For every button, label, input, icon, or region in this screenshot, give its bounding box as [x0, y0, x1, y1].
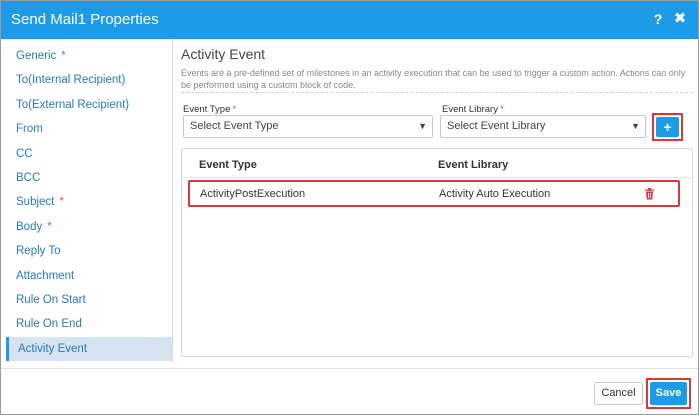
required-marker: *	[47, 221, 52, 233]
sidebar-item-cc[interactable]: CC	[6, 142, 172, 166]
sidebar-item-label: To(Internal Recipient)	[16, 74, 126, 86]
sidebar-item-subject[interactable]: Subject *	[6, 190, 172, 214]
event-library-label: Event Library *	[442, 104, 504, 115]
properties-dialog: Send Mail1 Properties ? ✖ Generic * To(In…	[0, 0, 699, 415]
required-marker: *	[499, 104, 504, 115]
event-library-select[interactable]: Select Event Library ▼	[440, 115, 646, 138]
sidebar-item-rule-on-start[interactable]: Rule On Start	[6, 288, 172, 312]
sidebar-item-label: Generic	[16, 50, 57, 62]
event-library-value: Select Event Library	[447, 120, 546, 132]
divider	[181, 92, 693, 93]
help-icon[interactable]: ?	[649, 10, 667, 28]
sidebar-item-label: Rule On Start	[16, 294, 86, 306]
caret-down-icon: ▼	[418, 121, 427, 131]
sidebar-item-body[interactable]: Body *	[6, 215, 172, 239]
sidebar-item-rule-on-end[interactable]: Rule On End	[6, 312, 172, 336]
section-description: Events are a pre-defined set of mileston…	[181, 68, 686, 90]
sidebar-item-label: To(External Recipient)	[16, 99, 130, 111]
sidebar-item-from[interactable]: From	[6, 117, 172, 141]
header-divider	[182, 177, 692, 178]
table-row[interactable]: ActivityPostExecution Activity Auto Exec…	[188, 180, 680, 207]
section-title: Activity Event	[181, 46, 266, 62]
event-library-label-text: Event Library	[442, 104, 498, 115]
cell-event-library: Activity Auto Execution	[439, 188, 551, 200]
sidebar: Generic * To(Internal Recipient) To(Exter…	[1, 39, 173, 363]
sidebar-item-activity-event[interactable]: Activity Event	[6, 337, 172, 361]
save-highlight: Save	[646, 378, 691, 409]
event-type-label-text: Event Type	[183, 104, 231, 115]
footer-divider	[1, 368, 698, 369]
sidebar-item-bcc[interactable]: BCC	[6, 166, 172, 190]
main-panel: Activity Event Events are a pre-defined …	[181, 39, 696, 363]
sidebar-item-label: Attachment	[16, 270, 75, 282]
sidebar-item-label: Activity Event	[18, 343, 88, 355]
event-type-label: Event Type *	[183, 104, 236, 115]
sidebar-item-generic[interactable]: Generic *	[6, 44, 172, 68]
caret-down-icon: ▼	[631, 121, 640, 131]
save-button[interactable]: Save	[650, 382, 687, 405]
required-marker: *	[59, 196, 64, 208]
dialog-title: Send Mail1 Properties	[11, 11, 159, 28]
sidebar-item-label: Rule On End	[16, 318, 82, 330]
cell-event-type: ActivityPostExecution	[200, 188, 306, 200]
sidebar-item-label: From	[16, 123, 43, 135]
sidebar-item-label: Reply To	[16, 245, 61, 257]
add-highlight: +	[652, 113, 683, 141]
sidebar-item-reply-to[interactable]: Reply To	[6, 239, 172, 263]
title-bar: Send Mail1 Properties ? ✖	[1, 1, 698, 39]
add-event-button[interactable]: +	[656, 117, 679, 137]
sidebar-item-to-external[interactable]: To(External Recipient)	[6, 93, 172, 117]
event-type-value: Select Event Type	[190, 120, 279, 132]
sidebar-item-label: BCC	[16, 172, 41, 184]
trash-icon[interactable]	[644, 188, 655, 200]
events-table: Event Type Event Library ActivityPostExe…	[181, 148, 693, 357]
sidebar-item-attachment[interactable]: Attachment	[6, 264, 172, 288]
required-marker: *	[232, 104, 237, 115]
event-type-select[interactable]: Select Event Type ▼	[183, 115, 433, 138]
close-icon[interactable]: ✖	[671, 10, 689, 28]
cancel-button[interactable]: Cancel	[594, 382, 643, 405]
column-header-event-library: Event Library	[438, 159, 509, 171]
sidebar-item-label: Subject	[16, 196, 55, 208]
sidebar-item-to-internal[interactable]: To(Internal Recipient)	[6, 68, 172, 92]
required-marker: *	[61, 50, 66, 62]
sidebar-item-label: CC	[16, 148, 33, 160]
sidebar-item-label: Body	[16, 221, 43, 233]
column-header-event-type: Event Type	[199, 159, 257, 171]
